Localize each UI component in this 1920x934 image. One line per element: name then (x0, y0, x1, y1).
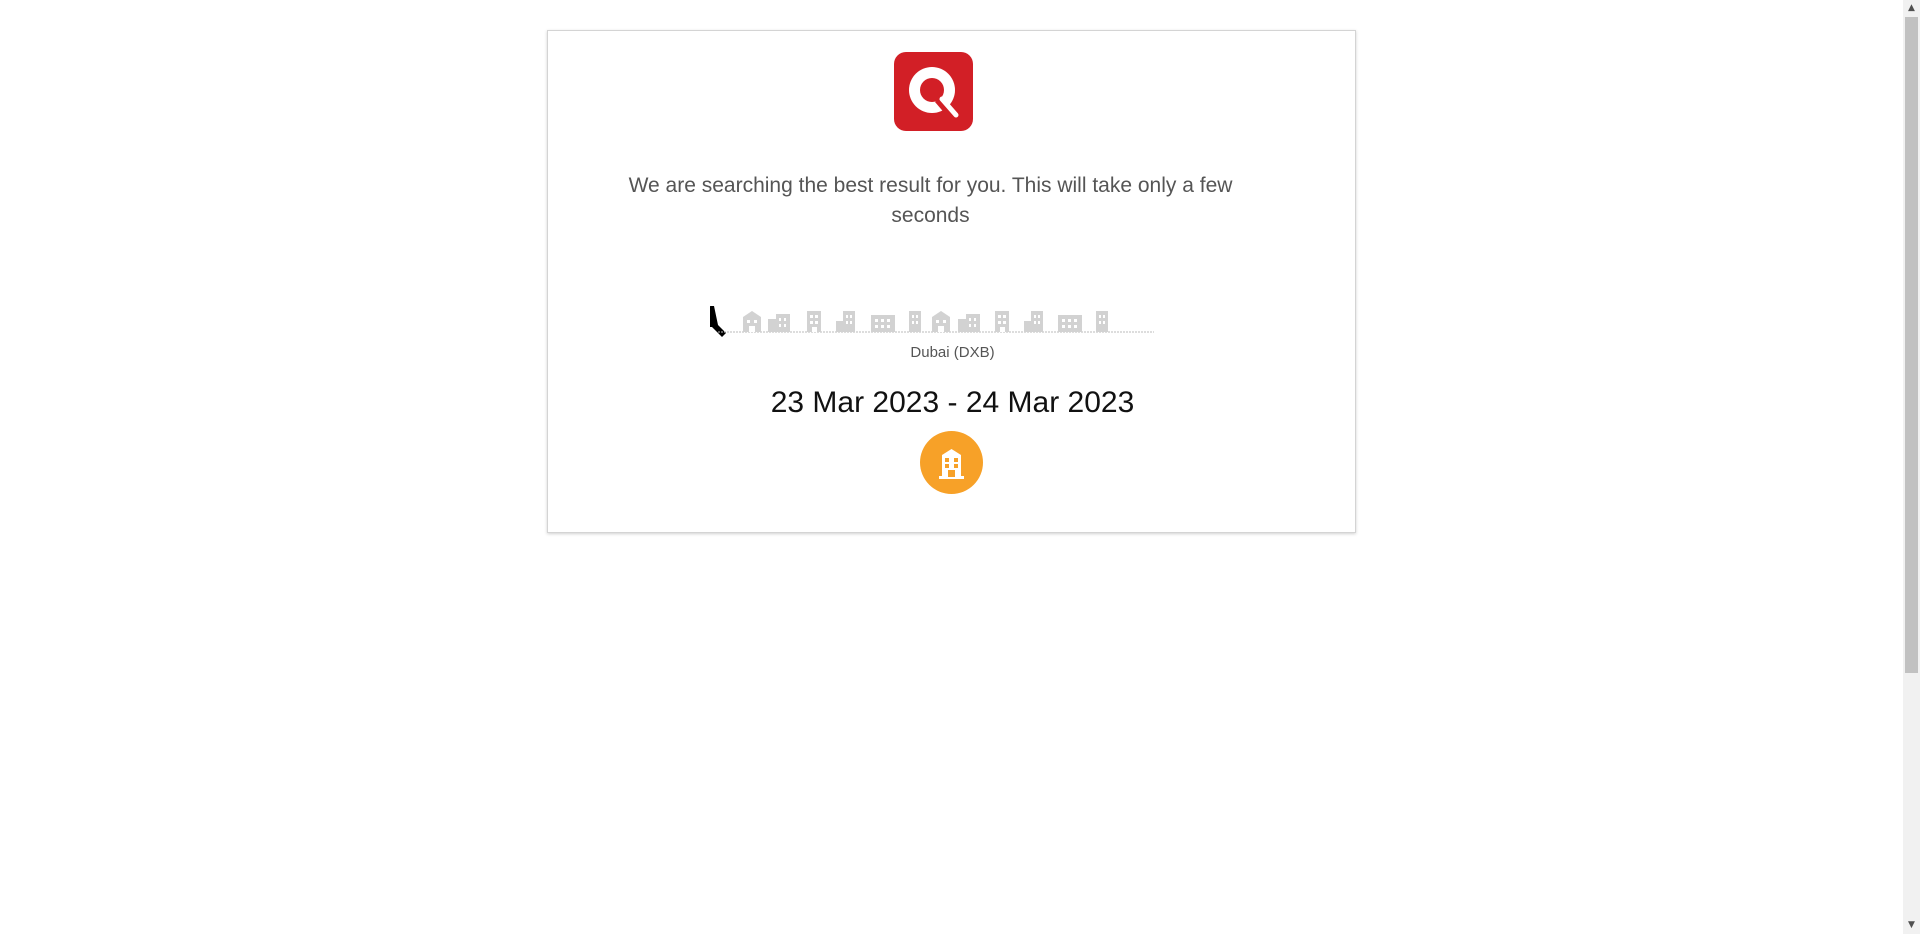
search-loading-card: We are searching the best result for you… (547, 30, 1356, 533)
loading-message: We are searching the best result for you… (628, 174, 1233, 227)
search-q-logo-icon (894, 52, 973, 131)
vertical-scrollbar[interactable]: ▲ ▼ (1903, 0, 1920, 934)
loading-page: We are searching the best result for you… (0, 0, 1920, 934)
destination-city: Dubai (DXB) (910, 344, 995, 361)
scroll-down-arrow-icon[interactable]: ▼ (1903, 917, 1920, 934)
hotel-building-icon (920, 431, 983, 494)
scrollbar-thumb[interactable] (1905, 17, 1918, 673)
stay-dates: 23 Mar 2023 - 24 Mar 2023 (770, 386, 1135, 419)
scroll-up-arrow-icon[interactable]: ▲ (1903, 0, 1920, 17)
